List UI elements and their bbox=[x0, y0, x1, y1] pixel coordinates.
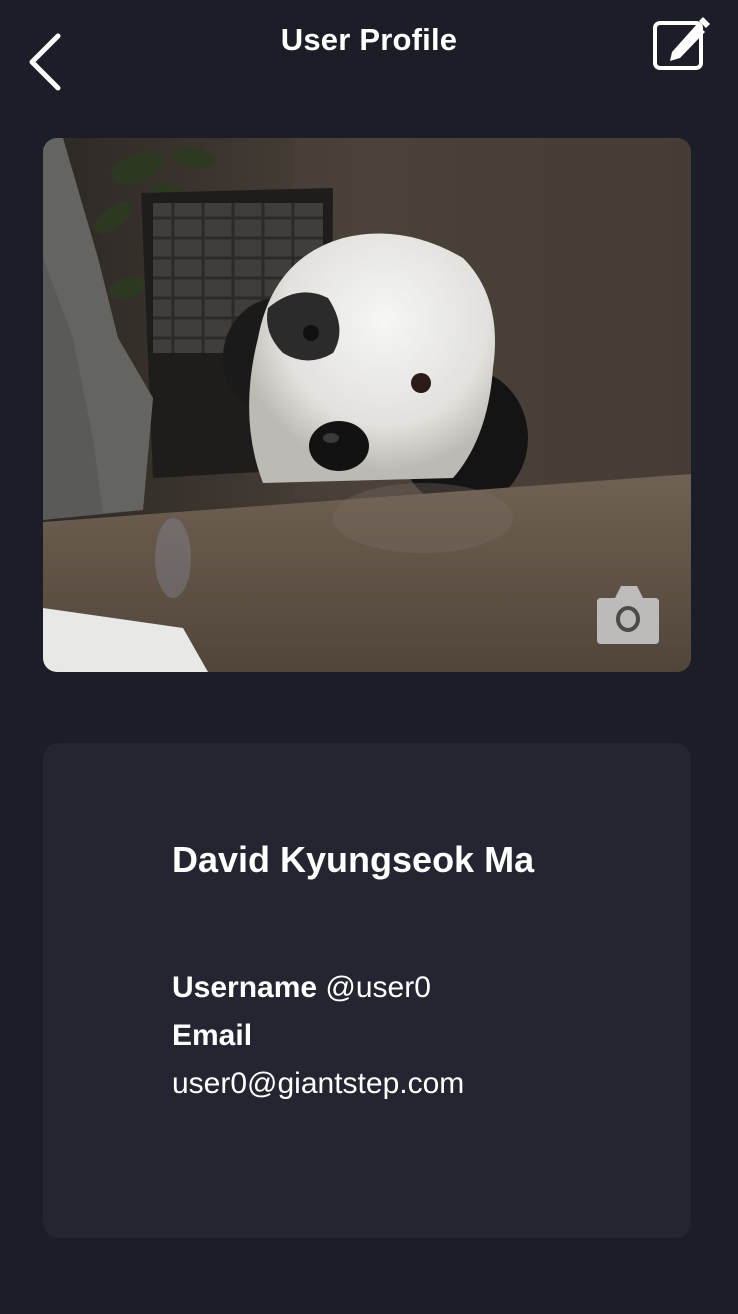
profile-screen: User Profile David Kyungseok Ma Username… bbox=[0, 0, 738, 1314]
username-row: Username @user0 bbox=[172, 971, 431, 1005]
dog-photo-image bbox=[43, 138, 691, 672]
profile-photo bbox=[43, 138, 691, 672]
email-value-row: user0@giantstep.com bbox=[172, 1067, 464, 1101]
username-label: Username bbox=[172, 971, 318, 1004]
edit-icon bbox=[653, 17, 710, 70]
page-title: User Profile bbox=[280, 22, 458, 57]
username-value: @user0 bbox=[325, 971, 431, 1004]
email-label: Email bbox=[172, 1019, 253, 1052]
email-label-row: Email bbox=[172, 1019, 252, 1053]
edit-profile-button[interactable] bbox=[650, 12, 712, 72]
change-photo-button[interactable] bbox=[595, 582, 661, 646]
header: User Profile bbox=[0, 0, 738, 100]
profile-info-card: David Kyungseok Ma Username @user0 Email… bbox=[43, 743, 691, 1238]
email-value: user0@giantstep.com bbox=[172, 1067, 465, 1100]
camera-icon bbox=[597, 586, 659, 644]
full-name: David Kyungseok Ma bbox=[172, 839, 535, 880]
